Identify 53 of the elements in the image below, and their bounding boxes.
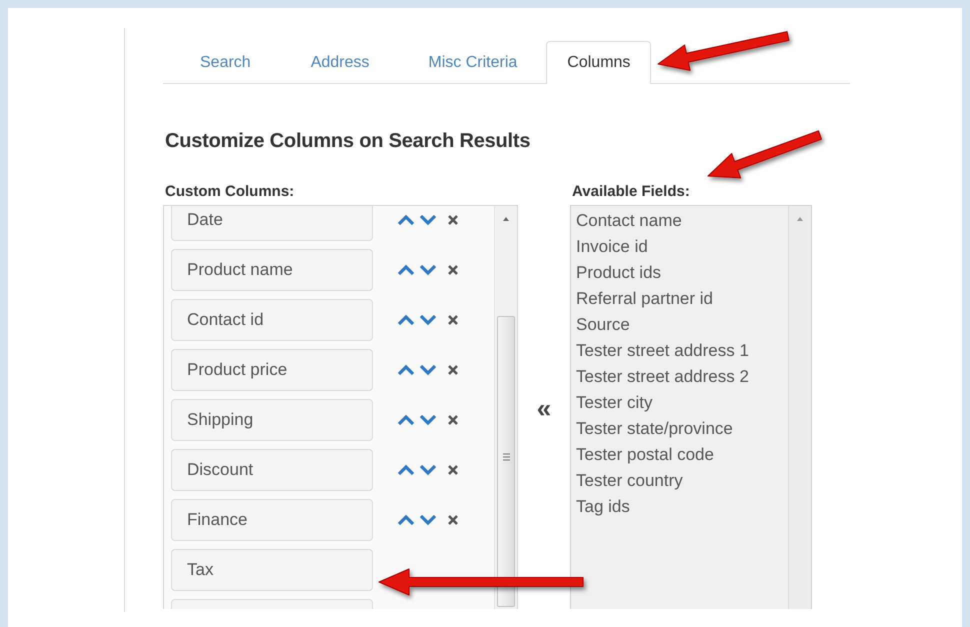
move-up-icon[interactable] bbox=[397, 512, 415, 528]
field-option[interactable]: Tag ids bbox=[576, 494, 630, 520]
move-up-icon[interactable] bbox=[397, 312, 415, 328]
tab[interactable]: Address bbox=[280, 54, 400, 84]
move-up-icon[interactable] bbox=[397, 412, 415, 428]
remove-icon[interactable] bbox=[447, 514, 459, 526]
remove-icon[interactable] bbox=[447, 364, 459, 376]
field-option[interactable]: Tester country bbox=[576, 468, 683, 494]
move-up-icon[interactable] bbox=[397, 462, 415, 478]
tab[interactable]: Columns bbox=[546, 41, 652, 84]
column-field[interactable]: Shipping bbox=[171, 399, 373, 441]
scrollbar-thumb[interactable] bbox=[497, 316, 515, 607]
column-field[interactable]: Discount bbox=[171, 449, 373, 491]
move-down-icon[interactable] bbox=[419, 262, 437, 278]
tab[interactable]: Misc Criteria bbox=[399, 54, 546, 84]
move-down-icon[interactable] bbox=[419, 312, 437, 328]
move-down-icon[interactable] bbox=[419, 412, 437, 428]
field-option[interactable]: Product ids bbox=[576, 260, 662, 286]
scroll-up-icon[interactable] bbox=[796, 216, 804, 222]
field-option[interactable]: Invoice id bbox=[576, 234, 648, 260]
list-label: Custom Columns: bbox=[165, 183, 296, 201]
field-option[interactable]: Contact name bbox=[576, 208, 682, 234]
remove-icon[interactable] bbox=[447, 464, 459, 476]
tab[interactable]: Search bbox=[163, 54, 281, 84]
field-option[interactable]: Tester street address 2 bbox=[576, 364, 749, 390]
grip-icon bbox=[503, 453, 510, 461]
column-field[interactable]: Finance bbox=[171, 499, 373, 541]
column-field[interactable]: Product name bbox=[171, 249, 373, 291]
move-up-icon[interactable] bbox=[397, 362, 415, 378]
move-up-icon[interactable] bbox=[397, 262, 415, 278]
move-down-icon[interactable] bbox=[419, 212, 437, 228]
add-field-button[interactable]: « bbox=[536, 393, 552, 424]
remove-icon[interactable] bbox=[447, 314, 459, 326]
field-option[interactable]: Source bbox=[576, 312, 630, 338]
field-option[interactable]: Tester street address 1 bbox=[576, 338, 749, 364]
list-label: Available Fields: bbox=[572, 183, 691, 201]
field-option[interactable]: Tester state/province bbox=[576, 416, 733, 442]
column-field[interactable]: Date bbox=[171, 206, 373, 241]
column-field[interactable]: Tax bbox=[171, 549, 373, 591]
move-up-icon[interactable] bbox=[397, 212, 415, 228]
scroll-up-icon[interactable] bbox=[502, 216, 510, 222]
section-heading: Customize Columns on Search Results bbox=[165, 130, 532, 153]
move-down-icon[interactable] bbox=[419, 512, 437, 528]
remove-icon[interactable] bbox=[447, 214, 459, 226]
move-down-icon[interactable] bbox=[419, 462, 437, 478]
remove-icon[interactable] bbox=[447, 264, 459, 276]
column-field[interactable]: Contact id bbox=[171, 299, 373, 341]
field-option[interactable]: Tester city bbox=[576, 390, 653, 416]
column-field[interactable]: Product price bbox=[171, 349, 373, 391]
move-down-icon[interactable] bbox=[419, 362, 437, 378]
field-option[interactable]: Tester postal code bbox=[576, 442, 714, 468]
remove-icon[interactable] bbox=[447, 414, 459, 426]
field-option[interactable]: Referral partner id bbox=[576, 286, 714, 312]
